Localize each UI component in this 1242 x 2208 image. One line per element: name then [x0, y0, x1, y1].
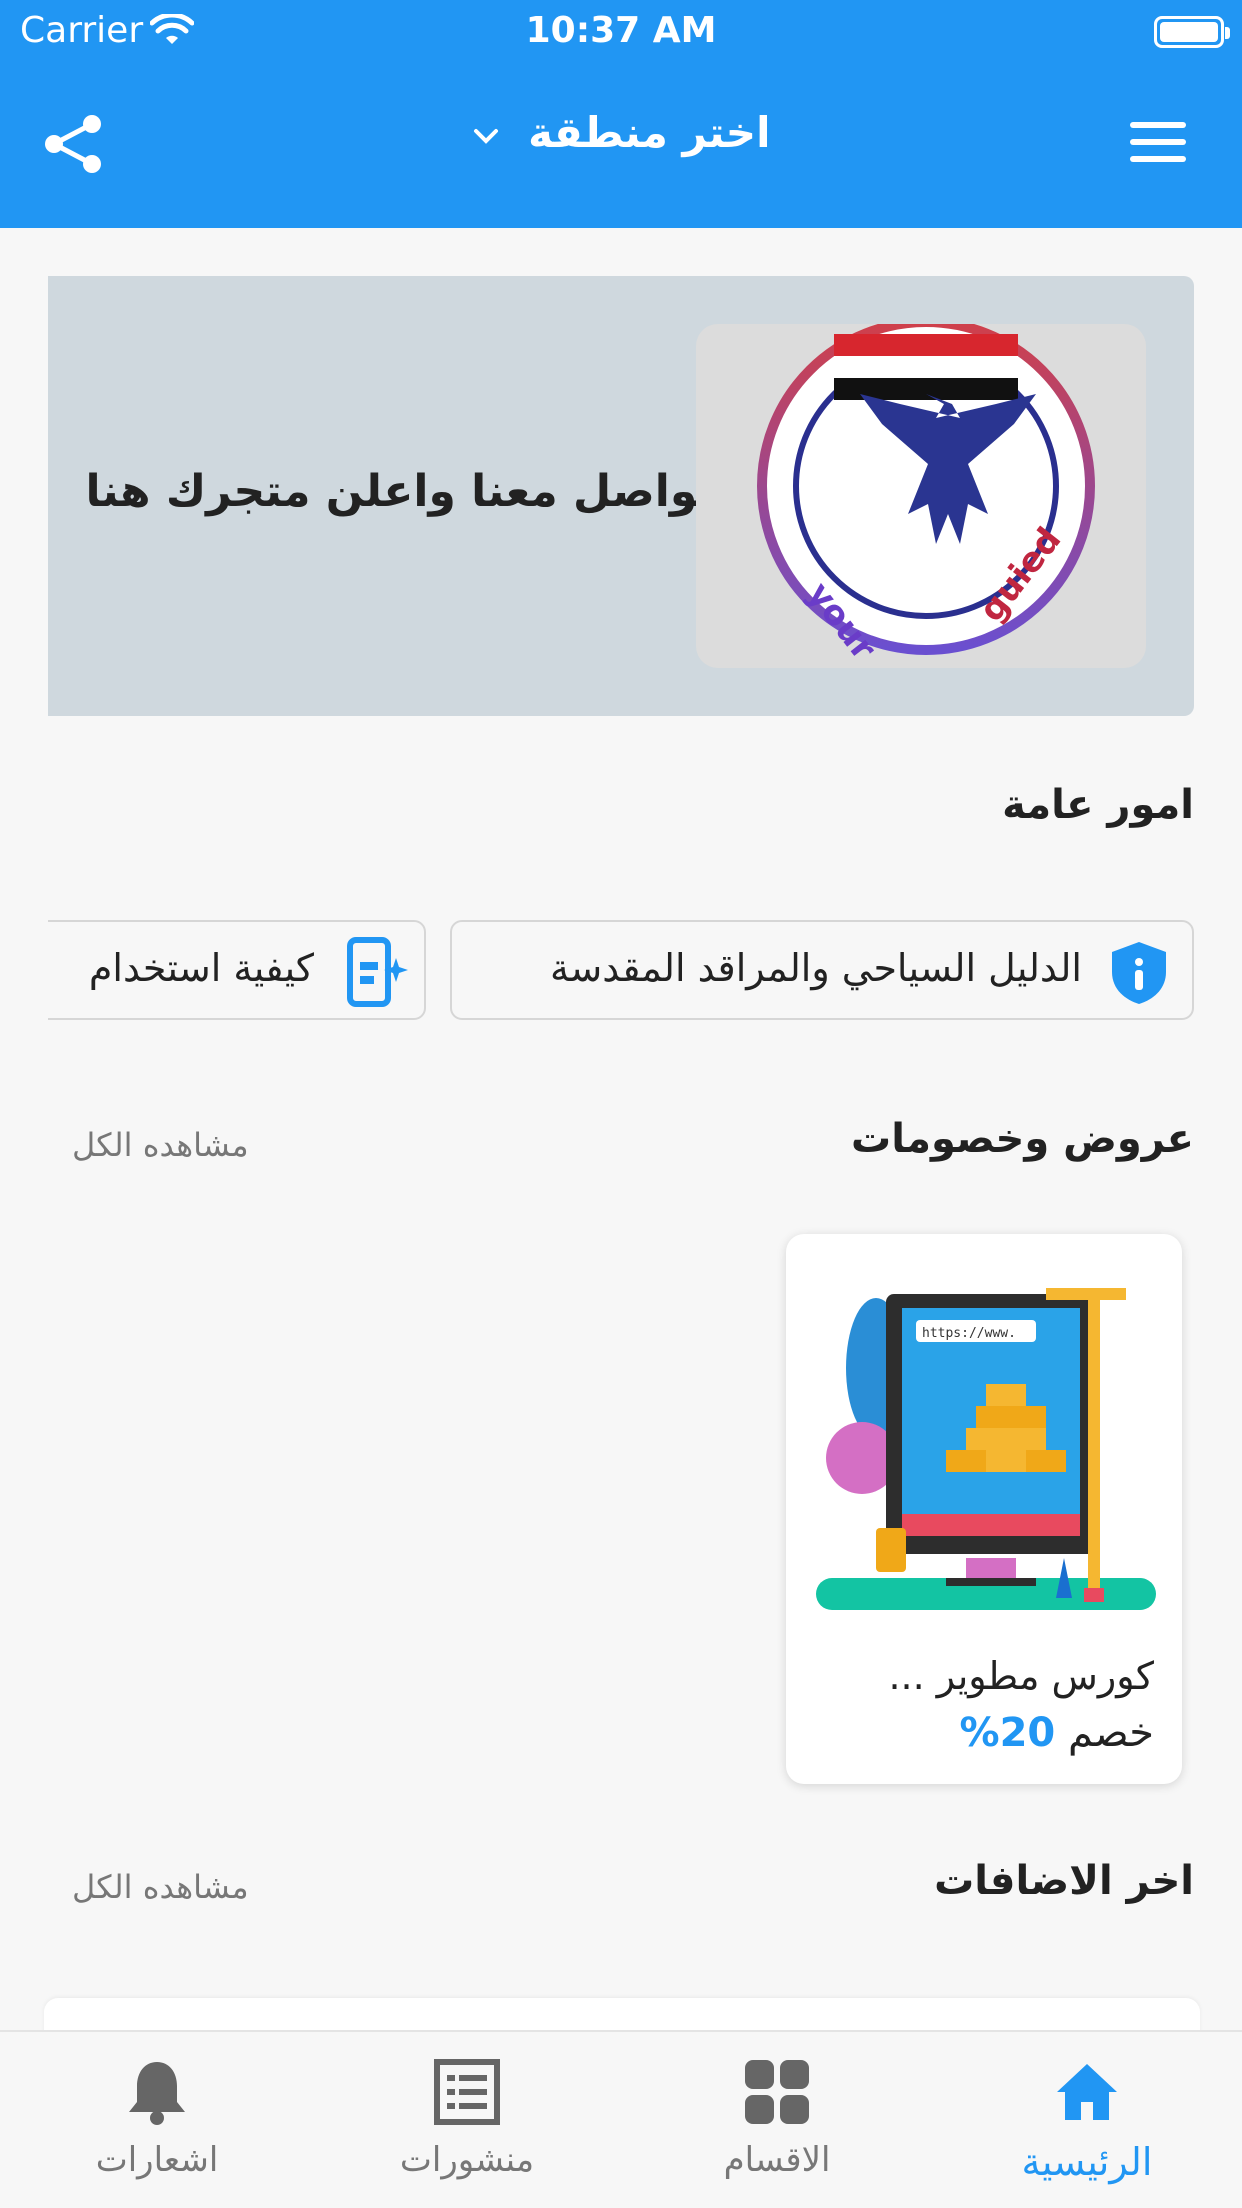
- offer-discount-value: 20%: [959, 1710, 1056, 1756]
- region-label: اختر منطقة: [528, 108, 771, 157]
- general-section-title: امور عامة: [1002, 782, 1194, 828]
- brand-logo: your guied: [696, 317, 1146, 668]
- menu-icon[interactable]: [1130, 122, 1186, 168]
- scroll-edge: [0, 900, 48, 1040]
- battery-icon: [1154, 16, 1230, 48]
- app-header: Carrier 10:37 AM اختر منطقة: [0, 0, 1242, 228]
- offer-image: https://www.: [816, 1288, 1156, 1610]
- chevron-down-icon: [473, 128, 498, 144]
- list-icon: [434, 2059, 500, 2125]
- status-bar: Carrier 10:37 AM: [0, 0, 1242, 62]
- nav-notifications[interactable]: اشعارات: [2, 2032, 312, 2208]
- offers-see-all-link[interactable]: مشاهده الكل: [72, 1126, 249, 1164]
- grid-icon: [745, 2060, 809, 2124]
- general-chip-guide[interactable]: الدليل السياحي والمراقد المقدسة: [450, 920, 1194, 1020]
- bell-icon: [129, 2062, 185, 2125]
- general-chip-howto[interactable]: كيفية استخدام: [20, 920, 426, 1020]
- offer-title: كورس مطوير ...: [888, 1654, 1154, 1698]
- status-time: 10:37 AM: [525, 10, 717, 51]
- nav-posts-label: منشورات: [399, 2140, 535, 2180]
- sparkle-phone-icon: [347, 937, 408, 1007]
- offers-section-title: عروض وخصومات: [851, 1116, 1194, 1162]
- shield-info-icon: [1112, 942, 1166, 1004]
- latest-section-title: اخر الاضافات: [934, 1858, 1194, 1904]
- nav-home-label: الرئيسية: [1021, 2140, 1153, 2184]
- region-selector[interactable]: اختر منطقة: [0, 108, 1242, 157]
- nav-notifications-label: اشعارات: [95, 2140, 219, 2180]
- latest-see-all-link[interactable]: مشاهده الكل: [72, 1868, 249, 1906]
- svg-text:https://www.: https://www.: [922, 1326, 1016, 1341]
- banner-text: تواصل معنا واعلن متجرك هنا: [85, 466, 714, 517]
- offer-card[interactable]: https://www. كورس مطوير ... خصم 20%: [786, 1234, 1182, 1784]
- ad-banner[interactable]: تواصل معنا واعلن متجرك هنا your guied: [48, 276, 1194, 716]
- nav-home[interactable]: الرئيسية: [932, 2032, 1242, 2208]
- general-chip-guide-label: الدليل السياحي والمراقد المقدسة: [550, 946, 1082, 990]
- general-chip-howto-label: كيفية استخدام: [88, 946, 314, 990]
- home-icon: [1057, 2064, 1117, 2120]
- nav-categories-label: الاقسام: [723, 2140, 831, 2180]
- nav-categories[interactable]: الاقسام: [622, 2032, 932, 2208]
- offer-discount: خصم 20%: [959, 1710, 1154, 1756]
- nav-posts[interactable]: منشورات: [312, 2032, 622, 2208]
- offer-discount-prefix: خصم: [1067, 1710, 1154, 1756]
- bottom-navigation: الرئيسية الاقسام منشورات اشعارات: [0, 2030, 1242, 2208]
